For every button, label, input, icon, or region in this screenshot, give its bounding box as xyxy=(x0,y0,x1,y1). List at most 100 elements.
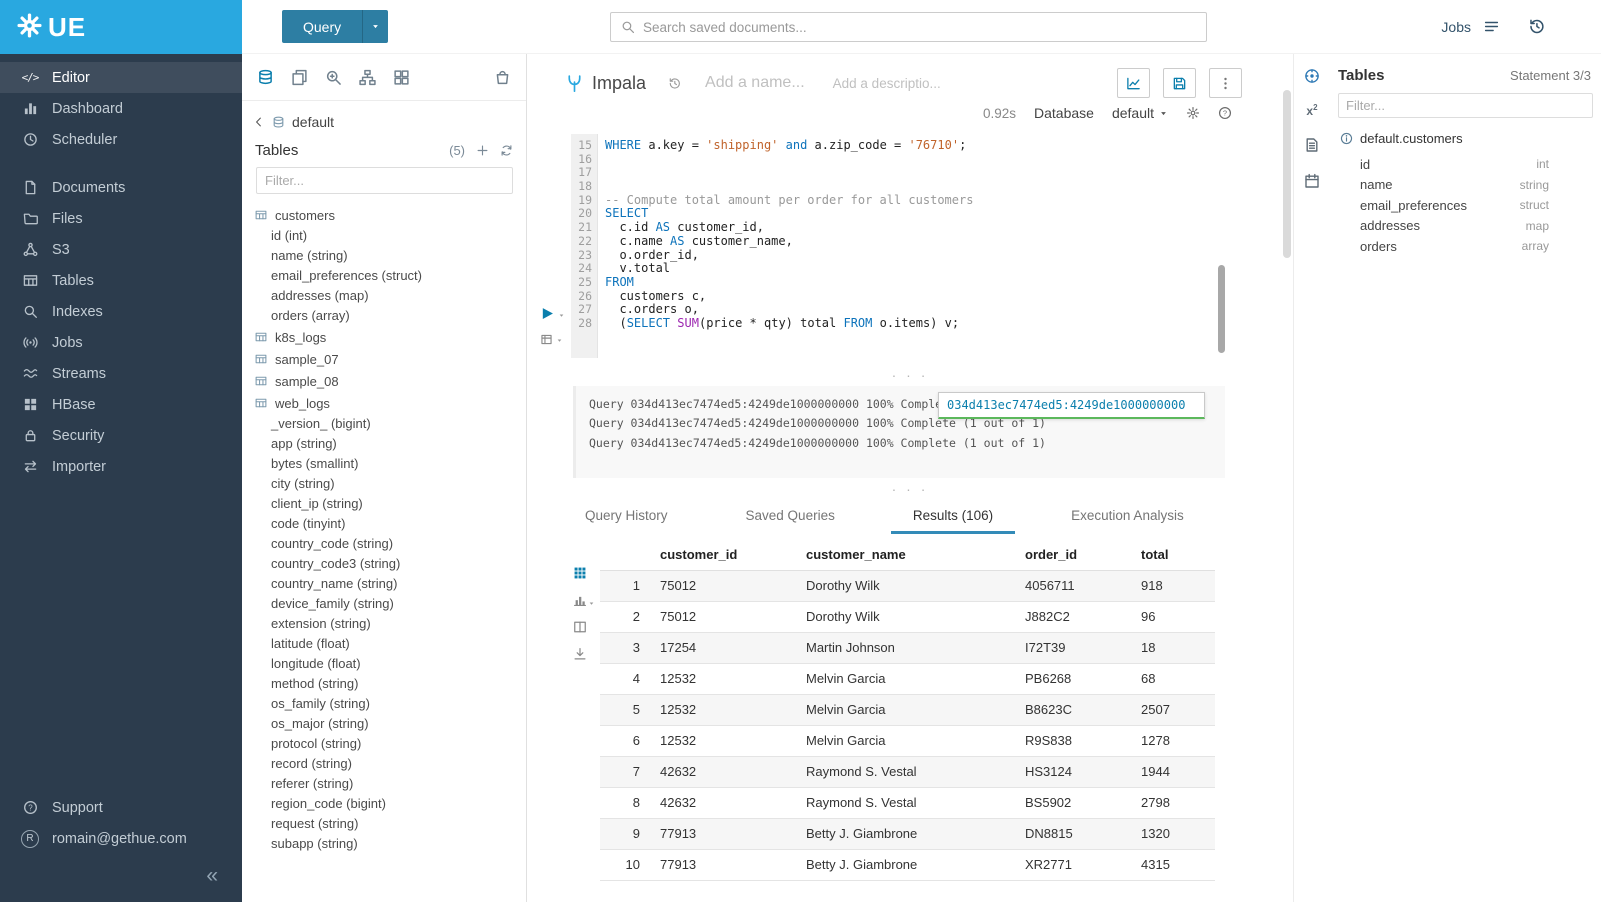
tree-column[interactable]: country_code3 (string) xyxy=(242,554,526,574)
tree-column[interactable]: referer (string) xyxy=(242,774,526,794)
results-row[interactable]: 275012Dorothy WilkJ882C296 xyxy=(600,601,1215,632)
tree-column[interactable]: bytes (smallint) xyxy=(242,454,526,474)
query-name-input[interactable]: Add a name... xyxy=(705,74,805,92)
copy-icon[interactable] xyxy=(291,69,308,86)
sitemap-icon[interactable] xyxy=(359,69,376,86)
tree-column[interactable]: subapp (string) xyxy=(242,834,526,852)
nav-item-indexes[interactable]: Indexes xyxy=(0,296,242,327)
tree-column[interactable]: name (string) xyxy=(242,246,526,266)
tree-table-sample_07[interactable]: sample_07 xyxy=(242,348,526,370)
tree-column[interactable]: region_code (bigint) xyxy=(242,794,526,814)
tree-table-customers[interactable]: customers xyxy=(242,204,526,226)
hue-logo[interactable]: UE xyxy=(0,0,242,54)
nav-item-editor[interactable]: </>Editor xyxy=(0,62,242,93)
query-button-label[interactable]: Query xyxy=(282,10,362,43)
more-actions-button[interactable] xyxy=(1209,68,1242,98)
nav-item-hbase[interactable]: HBase xyxy=(0,389,242,420)
add-table-icon[interactable] xyxy=(476,144,489,157)
results-column-header[interactable] xyxy=(600,540,652,570)
chevron-left-icon[interactable] xyxy=(253,116,265,128)
tree-column[interactable]: country_code (string) xyxy=(242,534,526,554)
tree-column[interactable]: country_name (string) xyxy=(242,574,526,594)
help-icon[interactable]: ? xyxy=(1218,106,1232,120)
resize-handle[interactable] xyxy=(527,484,1293,494)
right-column-row[interactable]: namestring xyxy=(1330,175,1601,196)
right-column-row[interactable]: addressesmap xyxy=(1330,216,1601,237)
nav-item-scheduler[interactable]: Scheduler xyxy=(0,124,242,155)
right-column-row[interactable]: idint xyxy=(1330,154,1601,175)
nav-footer-item[interactable]: ?Support xyxy=(0,792,242,823)
new-query-button[interactable]: Query xyxy=(282,10,388,43)
nav-item-security[interactable]: Security xyxy=(0,420,242,451)
query-description-input[interactable]: Add a descriptio... xyxy=(833,76,941,91)
compass-icon[interactable] xyxy=(1304,68,1320,84)
resize-handle[interactable] xyxy=(527,370,1293,380)
table-filter-input[interactable] xyxy=(256,167,513,194)
results-row[interactable]: 842632Raymond S. VestalBS59022798 xyxy=(600,787,1215,818)
tree-column[interactable]: record (string) xyxy=(242,754,526,774)
tree-column[interactable]: latitude (float) xyxy=(242,634,526,654)
download-icon-button[interactable] xyxy=(573,647,595,661)
nav-item-jobs[interactable]: Jobs xyxy=(0,327,242,358)
explain-button[interactable] xyxy=(540,333,563,346)
right-filter-input[interactable] xyxy=(1338,93,1593,118)
execute-button[interactable] xyxy=(540,306,565,321)
jobs-link[interactable]: Jobs xyxy=(1441,19,1471,35)
results-column-header[interactable]: order_id xyxy=(1017,540,1133,570)
active-table-entry[interactable]: default.customers xyxy=(1330,118,1601,154)
history-icon[interactable] xyxy=(1528,18,1545,35)
editor-scrollbar[interactable] xyxy=(1218,265,1225,353)
bar-chart-icon-button[interactable] xyxy=(573,593,595,607)
chart-button[interactable] xyxy=(1117,68,1150,98)
tree-column[interactable]: id (int) xyxy=(242,226,526,246)
refresh-tables-icon[interactable] xyxy=(500,144,513,157)
results-row[interactable]: 175012Dorothy Wilk4056711918 xyxy=(600,570,1215,601)
tree-table-sample_08[interactable]: sample_08 xyxy=(242,370,526,392)
tree-table-web_logs[interactable]: web_logs xyxy=(242,392,526,414)
tab-execution-analysis[interactable]: Execution Analysis xyxy=(1049,504,1206,534)
tree-column[interactable]: longitude (float) xyxy=(242,654,526,674)
tree-column[interactable]: orders (array) xyxy=(242,306,526,326)
x2-icon[interactable]: x2 xyxy=(1306,104,1317,117)
database-breadcrumb[interactable]: default xyxy=(242,101,526,132)
code-lines[interactable]: WHERE a.key = 'shipping' and a.zip_code … xyxy=(598,134,1213,330)
tree-column[interactable]: city (string) xyxy=(242,474,526,494)
tree-column[interactable]: addresses (map) xyxy=(242,286,526,306)
query-id-popover[interactable]: 034d413ec7474ed5:4249de1000000000 xyxy=(938,392,1205,419)
query-dropdown-caret[interactable] xyxy=(362,10,388,43)
code-editor[interactable]: 1516171819202122232425262728 WHERE a.key… xyxy=(527,134,1293,358)
tree-column[interactable]: client_ip (string) xyxy=(242,494,526,514)
apps-icon[interactable] xyxy=(393,69,410,86)
db-stack-icon[interactable] xyxy=(257,69,274,86)
results-row[interactable]: 1077913Betty J. GiambroneXR27714315 xyxy=(600,849,1215,880)
tree-column[interactable]: os_major (string) xyxy=(242,714,526,734)
tree-column[interactable]: method (string) xyxy=(242,674,526,694)
nav-footer-item[interactable]: Rromain@gethue.com xyxy=(0,823,242,854)
right-column-row[interactable]: ordersarray xyxy=(1330,236,1601,257)
grid-small-icon-button[interactable] xyxy=(573,566,595,580)
tree-column[interactable]: email_preferences (struct) xyxy=(242,266,526,286)
results-row[interactable]: 512532Melvin GarciaB8623C2507 xyxy=(600,694,1215,725)
tree-table-k8s_logs[interactable]: k8s_logs xyxy=(242,326,526,348)
results-column-header[interactable]: customer_id xyxy=(652,540,798,570)
nav-item-documents[interactable]: Documents xyxy=(0,172,242,203)
nav-item-importer[interactable]: Importer xyxy=(0,451,242,482)
nav-item-tables[interactable]: Tables xyxy=(0,265,242,296)
tab-results-106-[interactable]: Results (106) xyxy=(891,504,1015,534)
tree-column[interactable]: code (tinyint) xyxy=(242,514,526,534)
zoom-plus-icon[interactable] xyxy=(325,69,342,86)
tree-column[interactable]: request (string) xyxy=(242,814,526,834)
database-selector[interactable]: default xyxy=(1112,105,1168,121)
collapse-nav-button[interactable]: « xyxy=(206,864,218,888)
results-column-header[interactable]: total xyxy=(1133,540,1215,570)
global-search[interactable] xyxy=(610,12,1207,42)
tree-column[interactable]: device_family (string) xyxy=(242,594,526,614)
results-row[interactable]: 742632Raymond S. VestalHS31241944 xyxy=(600,756,1215,787)
search-input[interactable] xyxy=(643,20,1206,35)
tab-query-history[interactable]: Query History xyxy=(563,504,690,534)
nav-item-dashboard[interactable]: Dashboard xyxy=(0,93,242,124)
tree-column[interactable]: extension (string) xyxy=(242,614,526,634)
nav-item-files[interactable]: Files xyxy=(0,203,242,234)
breadcrumb-database-name[interactable]: default xyxy=(292,114,334,130)
main-scrollbar[interactable] xyxy=(1283,90,1291,258)
